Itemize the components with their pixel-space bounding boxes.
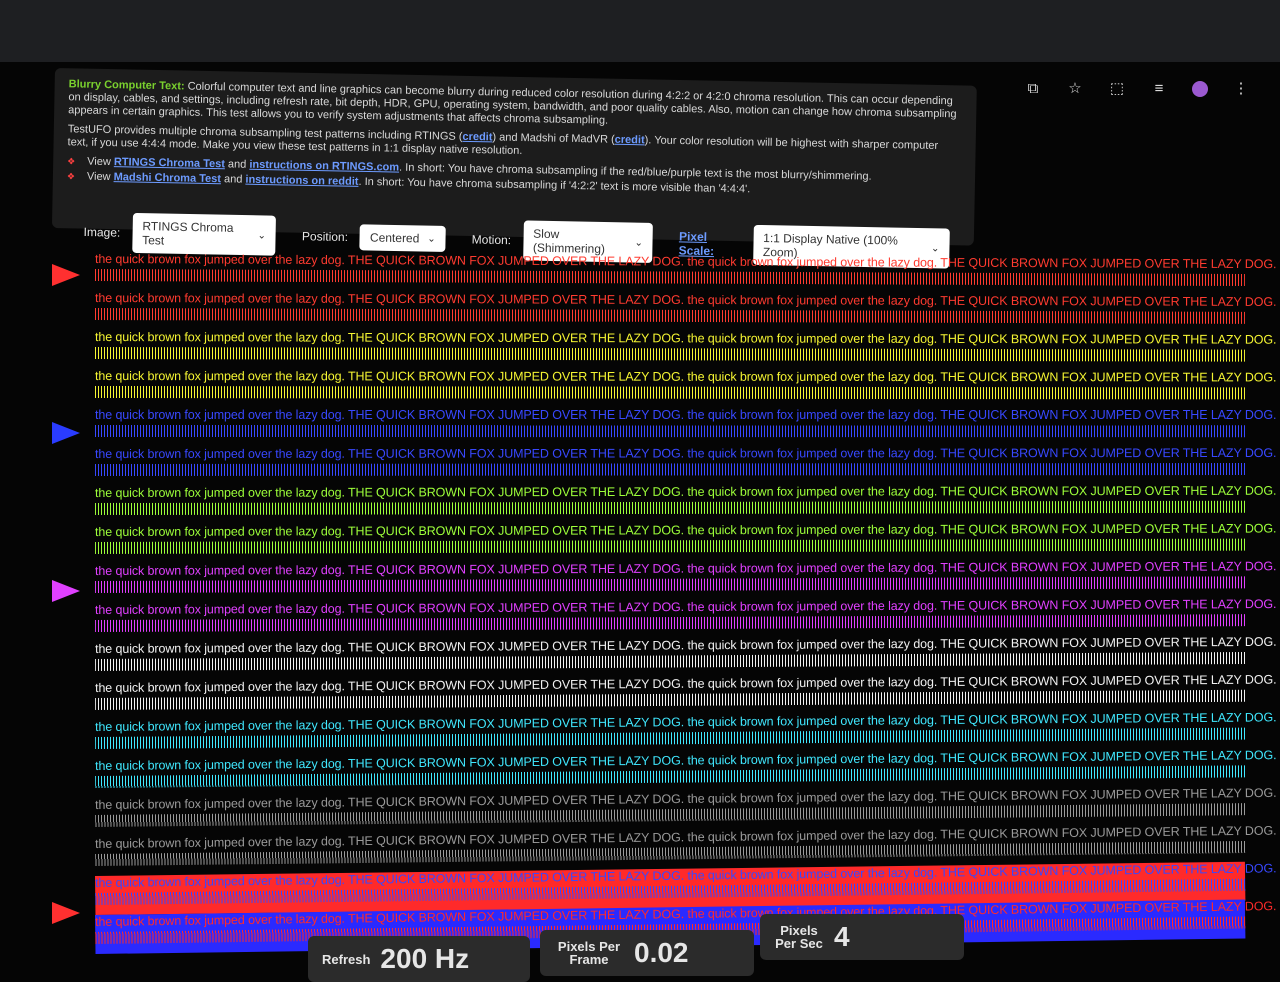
pattern-row: the quick brown fox jumped over the lazy… [95, 445, 1277, 486]
reading-list-icon[interactable]: ≡ [1150, 80, 1168, 98]
pattern-row: the quick brown fox jumped over the lazy… [94, 330, 1277, 372]
pixels-per-sec-label: Pixels Per Sec [775, 923, 823, 951]
credit-link-madshi[interactable]: credit [615, 134, 645, 147]
pattern-row-text: the quick brown fox jumped over the lazy… [95, 445, 1277, 461]
pattern-row-lines [94, 386, 1245, 400]
pattern-row: the quick brown fox jumped over the lazy… [94, 291, 1277, 334]
browser-top-bar [0, 0, 1280, 62]
info-text: Colorful computer text and line graphics… [68, 80, 957, 127]
bullet-icon: ❖ [67, 156, 76, 167]
info-heading: Blurry Computer Text: [68, 78, 185, 93]
pixels-per-sec-value: 4 [834, 921, 850, 952]
chevron-down-icon: ⌄ [634, 237, 643, 249]
pattern-row: the quick brown fox jumped over the lazy… [95, 483, 1277, 525]
reddit-instructions-link[interactable]: instructions on reddit [245, 174, 358, 188]
position-label: Position: [301, 229, 349, 245]
browser-toolbar: ⧉ ☆ ⬚ ≡ ⋮ [1024, 80, 1250, 98]
pattern-row-lines [94, 425, 1245, 438]
pixels-per-frame-stat: Pixels Per Frame 0.02 [540, 930, 754, 976]
bullet-view: View [87, 155, 111, 169]
image-select[interactable]: RTINGS Chroma Test ⌄ [131, 212, 277, 256]
bullet-view: View [86, 170, 111, 184]
position-select[interactable]: Centered ⌄ [359, 224, 447, 252]
bullet-icon: ❖ [66, 171, 76, 182]
pattern-row-text: the quick brown fox jumped over the lazy… [95, 483, 1277, 500]
pattern-row-lines [95, 576, 1246, 593]
chevron-down-icon: ⌄ [257, 229, 267, 241]
motion-label: Motion: [471, 232, 512, 248]
pattern-row-text: the quick brown fox jumped over the lazy… [95, 559, 1277, 578]
pattern-row-text: the quick brown fox jumped over the lazy… [94, 291, 1277, 309]
translate-icon[interactable]: ⧉ [1024, 80, 1042, 98]
pattern-row-text: the quick brown fox jumped over the lazy… [94, 408, 1277, 423]
pattern-row-lines [94, 346, 1245, 362]
madshi-chroma-test-link[interactable]: Madshi Chroma Test [114, 171, 222, 185]
pixels-per-sec-stat: Pixels Per Sec 4 [760, 914, 964, 960]
pattern-row: the quick brown fox jumped over the lazy… [94, 252, 1276, 296]
position-select-value: Centered [369, 230, 420, 246]
marker-blue-icon [52, 422, 80, 444]
pixels-per-frame-value: 0.02 [634, 937, 689, 968]
pattern-row: the quick brown fox jumped over the lazy… [94, 408, 1277, 447]
pattern-row: the quick brown fox jumped over the lazy… [95, 559, 1277, 603]
refresh-stat: Refresh 200 Hz [308, 936, 530, 982]
pixels-per-frame-label: Pixels Per Frame [557, 939, 621, 967]
extensions-icon[interactable]: ⬚ [1108, 80, 1126, 98]
star-icon[interactable]: ☆ [1066, 80, 1084, 98]
rtings-instructions-link[interactable]: instructions on RTINGS.com [249, 159, 399, 174]
pattern-row-lines [94, 307, 1245, 324]
pattern-row: the quick brown fox jumped over the lazy… [95, 521, 1277, 564]
refresh-value: 200 Hz [380, 943, 470, 974]
info-text: ) and Madshi of MadVR ( [492, 131, 615, 146]
pattern-row: the quick brown fox jumped over the lazy… [94, 369, 1277, 409]
pattern-row-lines [94, 268, 1245, 287]
pattern-row-lines [95, 462, 1246, 476]
pattern-row-text: the quick brown fox jumped over the lazy… [94, 330, 1277, 347]
chroma-test-pattern: the quick brown fox jumped over the lazy… [94, 252, 1277, 954]
pattern-row-lines [95, 538, 1246, 554]
pattern-row-lines [95, 500, 1246, 515]
menu-icon[interactable]: ⋮ [1232, 80, 1250, 98]
rtings-chroma-test-link[interactable]: RTINGS Chroma Test [114, 156, 225, 170]
bullet-and: and [227, 158, 247, 171]
credit-link-rtings[interactable]: credit [462, 131, 492, 144]
pattern-row-text: the quick brown fox jumped over the lazy… [94, 369, 1277, 385]
image-select-value: RTINGS Chroma Test [142, 219, 234, 248]
stats-bar: Refresh 200 Hz Pixels Per Frame 0.02 Pix… [0, 910, 1280, 982]
profile-avatar[interactable] [1192, 81, 1208, 97]
chevron-down-icon: ⌄ [427, 233, 436, 245]
marker-magenta-icon [52, 580, 80, 602]
pattern-row-text: the quick brown fox jumped over the lazy… [95, 521, 1277, 539]
refresh-label: Refresh [322, 951, 371, 967]
marker-red-icon [52, 264, 80, 286]
bullet-and: and [223, 173, 243, 186]
image-label: Image: [83, 224, 121, 240]
